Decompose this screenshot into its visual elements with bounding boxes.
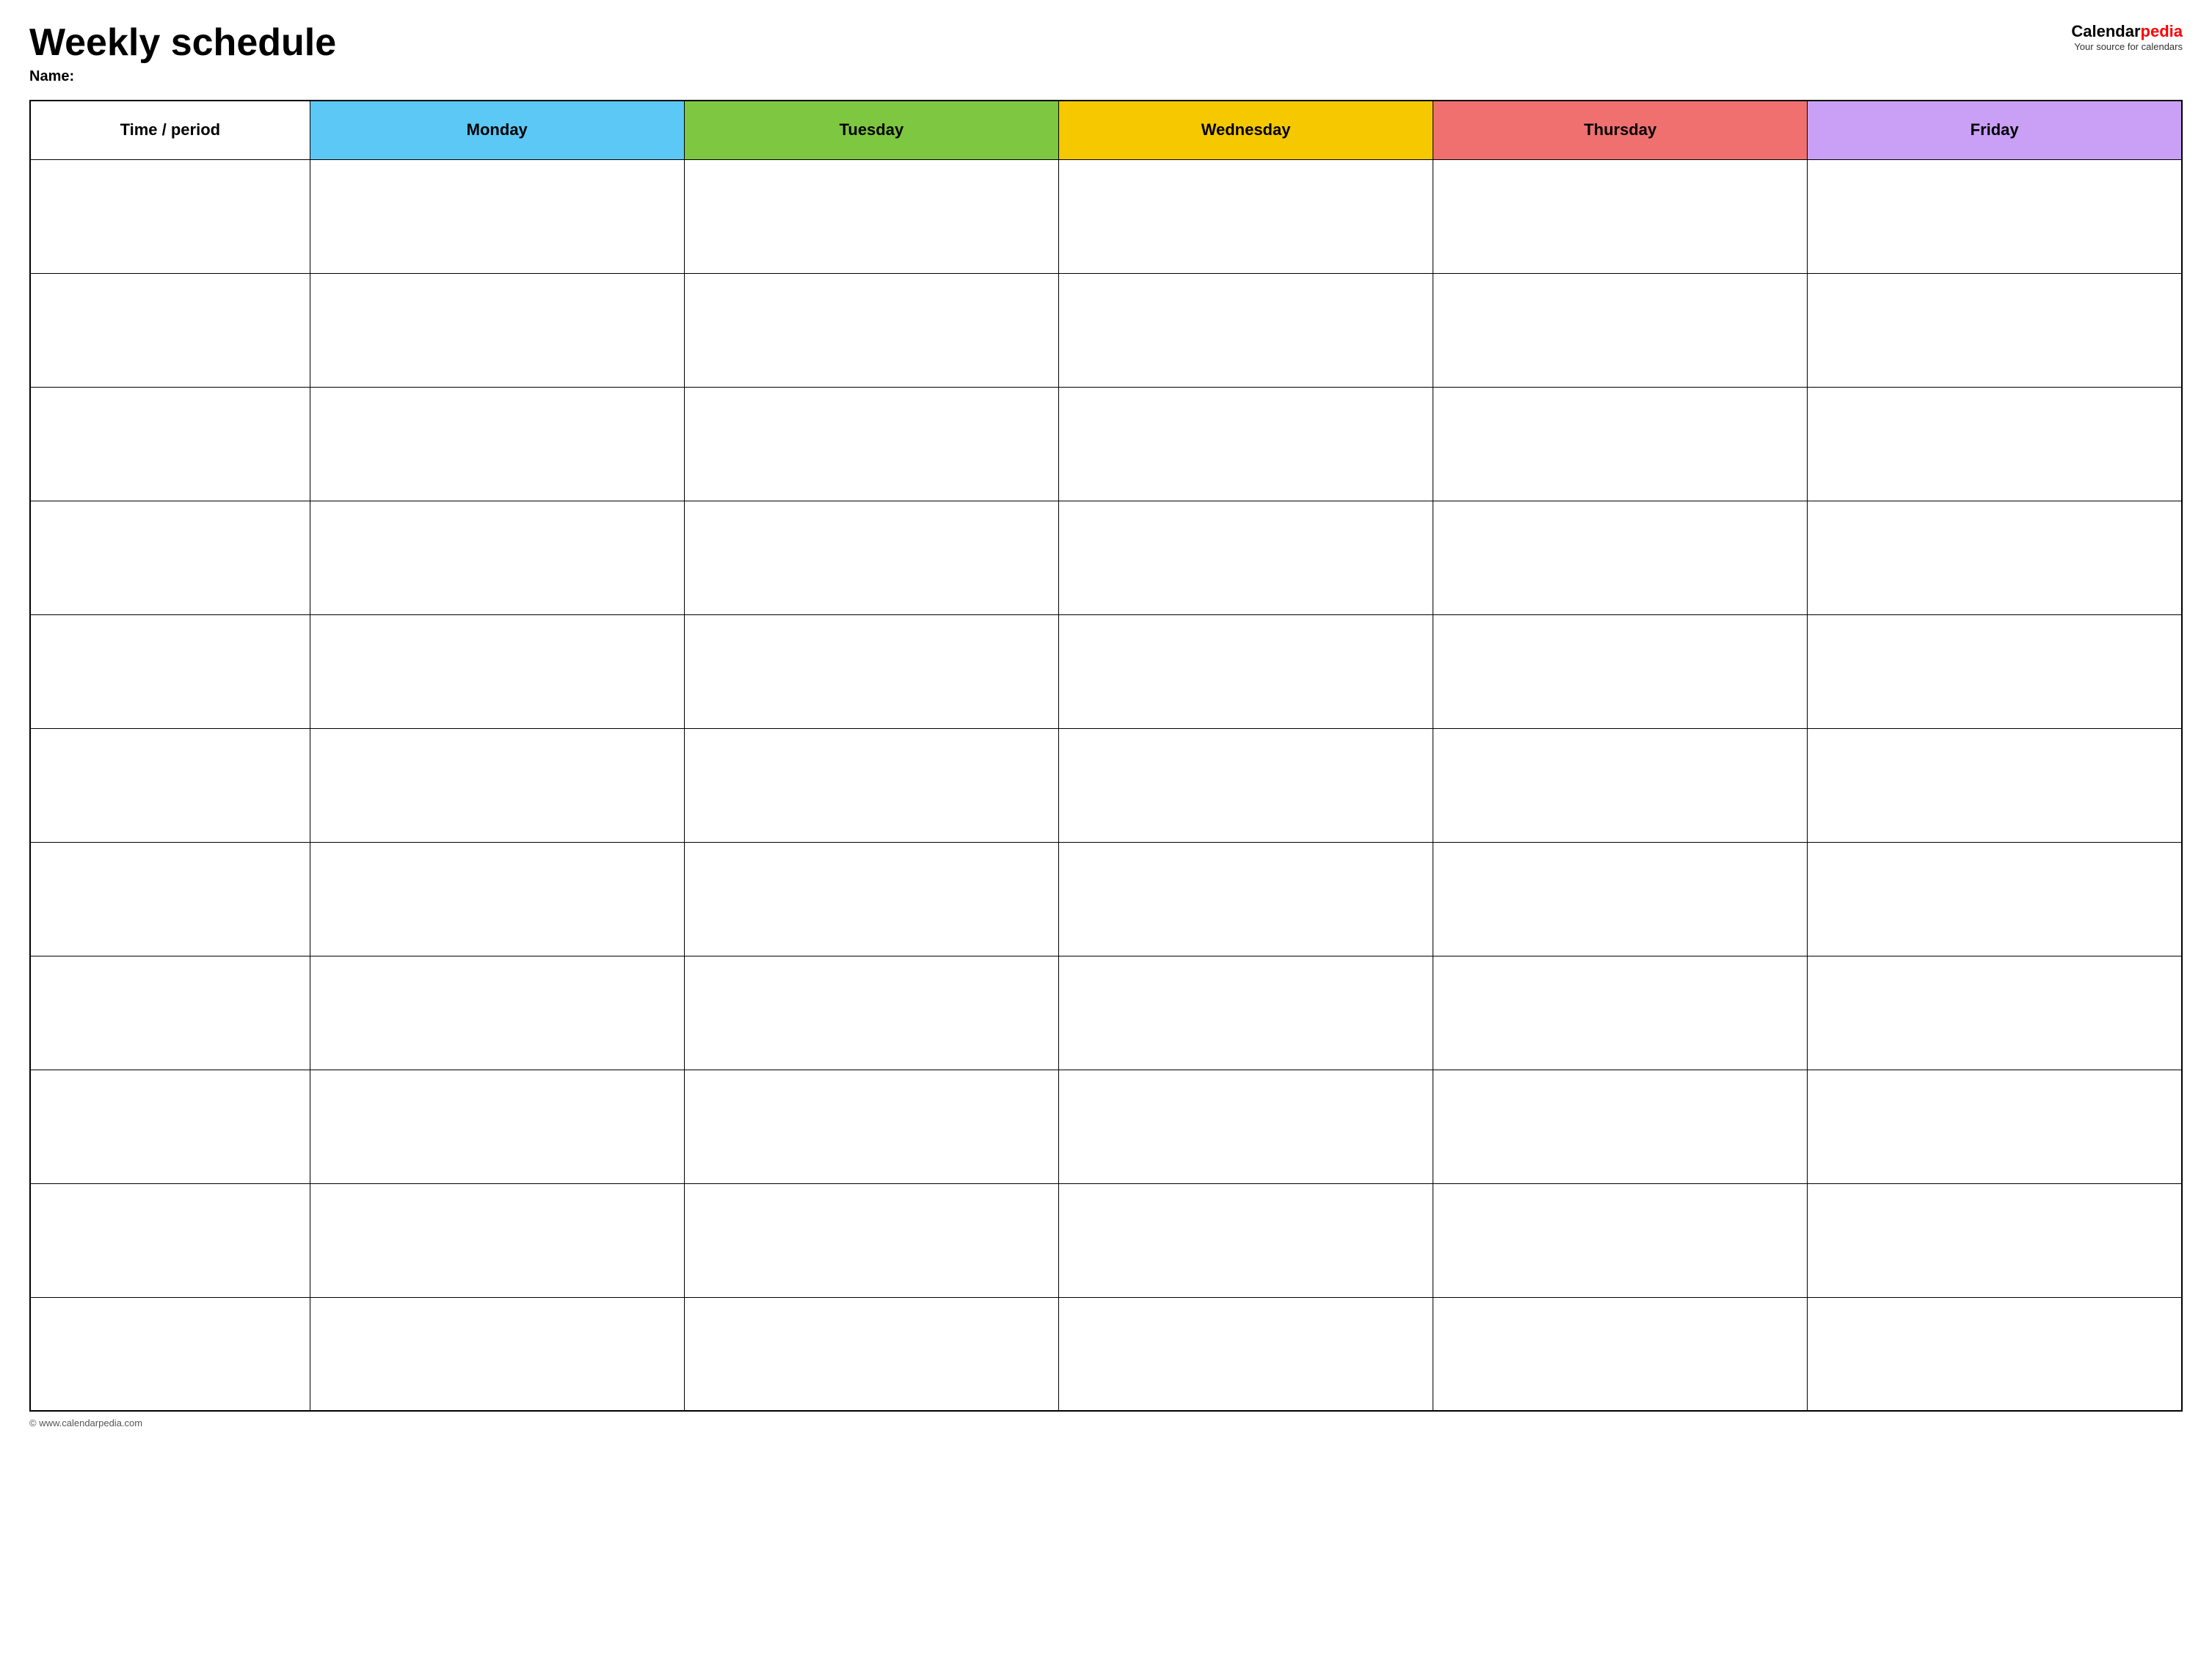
schedule-cell[interactable]: [1808, 1297, 2182, 1411]
schedule-cell[interactable]: [1433, 1070, 1808, 1183]
page-title: Weekly schedule: [29, 22, 2021, 64]
schedule-cell[interactable]: [1058, 1070, 1433, 1183]
table-row: [30, 956, 2182, 1070]
schedule-cell[interactable]: [1058, 273, 1433, 387]
schedule-cell[interactable]: [1433, 159, 1808, 273]
schedule-cell[interactable]: [310, 273, 684, 387]
schedule-cell[interactable]: [684, 159, 1058, 273]
page-container: Weekly schedule Name: Calendarpedia Your…: [29, 22, 2183, 1428]
schedule-cell[interactable]: [684, 273, 1058, 387]
schedule-cell[interactable]: [1058, 1183, 1433, 1297]
time-cell[interactable]: [30, 1070, 310, 1183]
table-row: [30, 614, 2182, 728]
logo-calendar: Calendar: [2071, 22, 2140, 40]
schedule-cell[interactable]: [310, 614, 684, 728]
schedule-cell[interactable]: [1058, 159, 1433, 273]
schedule-cell[interactable]: [310, 842, 684, 956]
schedule-cell[interactable]: [1808, 273, 2182, 387]
table-row: [30, 842, 2182, 956]
schedule-cell[interactable]: [1058, 956, 1433, 1070]
schedule-cell[interactable]: [1433, 614, 1808, 728]
time-cell[interactable]: [30, 614, 310, 728]
table-row: [30, 273, 2182, 387]
logo-text: Calendarpedia: [2021, 22, 2183, 41]
name-label: Name:: [29, 68, 2021, 85]
table-row: [30, 1297, 2182, 1411]
time-cell[interactable]: [30, 159, 310, 273]
schedule-cell[interactable]: [1808, 501, 2182, 614]
schedule-cell[interactable]: [1433, 273, 1808, 387]
footer-url: © www.calendarpedia.com: [29, 1417, 142, 1428]
schedule-cell[interactable]: [310, 1297, 684, 1411]
schedule-cell[interactable]: [1058, 1297, 1433, 1411]
schedule-cell[interactable]: [1433, 1297, 1808, 1411]
time-cell[interactable]: [30, 1183, 310, 1297]
schedule-cell[interactable]: [1808, 387, 2182, 501]
header-row: Time / period Monday Tuesday Wednesday T…: [30, 101, 2182, 159]
schedule-cell[interactable]: [1433, 1183, 1808, 1297]
header-section: Weekly schedule Name: Calendarpedia Your…: [29, 22, 2183, 85]
schedule-cell[interactable]: [684, 1070, 1058, 1183]
time-cell[interactable]: [30, 387, 310, 501]
table-row: [30, 728, 2182, 842]
time-cell[interactable]: [30, 842, 310, 956]
schedule-cell[interactable]: [1808, 956, 2182, 1070]
header-time: Time / period: [30, 101, 310, 159]
table-row: [30, 159, 2182, 273]
header-tuesday: Tuesday: [684, 101, 1058, 159]
schedule-cell[interactable]: [684, 387, 1058, 501]
logo-subtitle: Your source for calendars: [2021, 41, 2183, 52]
schedule-cell[interactable]: [1808, 1183, 2182, 1297]
time-cell[interactable]: [30, 501, 310, 614]
footer: © www.calendarpedia.com: [29, 1417, 2183, 1428]
schedule-cell[interactable]: [1058, 614, 1433, 728]
schedule-cell[interactable]: [310, 956, 684, 1070]
schedule-cell[interactable]: [1058, 728, 1433, 842]
schedule-cell[interactable]: [684, 1183, 1058, 1297]
schedule-cell[interactable]: [684, 956, 1058, 1070]
time-cell[interactable]: [30, 1297, 310, 1411]
table-row: [30, 501, 2182, 614]
schedule-cell[interactable]: [310, 387, 684, 501]
schedule-cell[interactable]: [1433, 842, 1808, 956]
schedule-cell[interactable]: [1058, 842, 1433, 956]
table-row: [30, 387, 2182, 501]
logo-area: Calendarpedia Your source for calendars: [2021, 22, 2183, 52]
time-cell[interactable]: [30, 956, 310, 1070]
schedule-cell[interactable]: [310, 1183, 684, 1297]
header-friday: Friday: [1808, 101, 2182, 159]
schedule-cell[interactable]: [310, 501, 684, 614]
schedule-cell[interactable]: [1808, 614, 2182, 728]
schedule-cell[interactable]: [684, 501, 1058, 614]
table-row: [30, 1183, 2182, 1297]
schedule-cell[interactable]: [1808, 842, 2182, 956]
schedule-cell[interactable]: [1058, 501, 1433, 614]
schedule-cell[interactable]: [1433, 956, 1808, 1070]
schedule-cell[interactable]: [1808, 1070, 2182, 1183]
header-monday: Monday: [310, 101, 684, 159]
schedule-cell[interactable]: [1058, 387, 1433, 501]
schedule-cell[interactable]: [684, 1297, 1058, 1411]
schedule-cell[interactable]: [684, 728, 1058, 842]
schedule-table: Time / period Monday Tuesday Wednesday T…: [29, 100, 2183, 1412]
header-wednesday: Wednesday: [1058, 101, 1433, 159]
schedule-cell[interactable]: [684, 842, 1058, 956]
header-thursday: Thursday: [1433, 101, 1808, 159]
schedule-cell[interactable]: [310, 159, 684, 273]
title-area: Weekly schedule Name:: [29, 22, 2021, 85]
schedule-cell[interactable]: [310, 728, 684, 842]
schedule-cell[interactable]: [1808, 159, 2182, 273]
time-cell[interactable]: [30, 273, 310, 387]
schedule-cell[interactable]: [1433, 728, 1808, 842]
schedule-cell[interactable]: [684, 614, 1058, 728]
logo-pedia: pedia: [2141, 22, 2183, 40]
time-cell[interactable]: [30, 728, 310, 842]
schedule-cell[interactable]: [310, 1070, 684, 1183]
table-row: [30, 1070, 2182, 1183]
schedule-cell[interactable]: [1433, 387, 1808, 501]
schedule-cell[interactable]: [1808, 728, 2182, 842]
schedule-cell[interactable]: [1433, 501, 1808, 614]
